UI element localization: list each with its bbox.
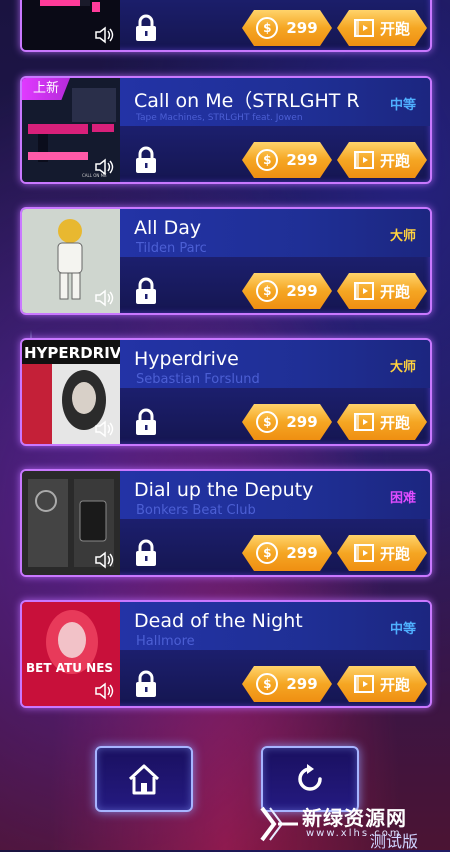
watermark: 新绿资源网 www.xlhs.com 测试版 — [258, 800, 448, 851]
album-cover — [22, 209, 120, 313]
start-run-button[interactable]: 开跑 — [337, 10, 427, 46]
coin-icon: $ — [256, 673, 278, 695]
video-icon — [354, 151, 374, 169]
album-cover: BET ATU NES — [22, 602, 120, 706]
lock-icon — [136, 14, 156, 41]
home-icon — [128, 764, 160, 795]
song-card[interactable]: All Day Tilden Parc 大师 $ 299 开跑 — [20, 207, 432, 315]
lock-icon — [136, 146, 156, 173]
buy-button[interactable]: $ 299 — [242, 142, 332, 178]
difficulty-label: 中等 — [389, 98, 416, 113]
song-title: All Day — [134, 217, 202, 239]
video-icon — [354, 282, 374, 300]
home-button[interactable] — [95, 746, 193, 812]
buy-button[interactable]: $ 299 — [242, 535, 332, 571]
price-label: 299 — [286, 151, 318, 169]
coin-icon: $ — [256, 280, 278, 302]
video-icon — [354, 544, 374, 562]
buy-button[interactable]: $ 299 — [242, 10, 332, 46]
start-run-button[interactable]: 开跑 — [337, 273, 427, 309]
album-cover — [22, 471, 120, 575]
difficulty-label: 困难 — [389, 491, 416, 506]
video-icon — [354, 19, 374, 37]
album-cover: HYPERDRIVE — [22, 340, 120, 444]
start-run-button[interactable]: 开跑 — [337, 535, 427, 571]
album-cover: CALL ON ME 上新 — [22, 78, 120, 182]
song-title: Call on Me（STRLGHT R — [134, 90, 360, 112]
speaker-icon[interactable] — [94, 26, 116, 44]
lock-icon — [136, 408, 156, 435]
price-label: 299 — [286, 675, 318, 693]
artist-name: Sebastian Forslund — [136, 372, 260, 387]
coin-icon: $ — [256, 149, 278, 171]
lock-icon — [136, 277, 156, 304]
video-icon — [354, 675, 374, 693]
song-title: Dead of the Night — [134, 610, 303, 632]
song-card[interactable]: $ 299 开跑 — [20, 0, 432, 52]
coin-icon: $ — [256, 542, 278, 564]
speaker-icon[interactable] — [94, 289, 116, 307]
song-card[interactable]: Dial up the Deputy Bonkers Beat Club 困难 … — [20, 469, 432, 577]
video-icon — [354, 413, 374, 431]
difficulty-label: 大师 — [389, 360, 416, 375]
price-label: 299 — [286, 19, 318, 37]
speaker-icon[interactable] — [94, 158, 116, 176]
artist-name: Tape Machines, STRLGHT feat. Jowen — [136, 113, 303, 123]
difficulty-label: 中等 — [389, 622, 416, 637]
lock-icon — [136, 539, 156, 566]
run-label: 开跑 — [379, 19, 410, 38]
start-run-button[interactable]: 开跑 — [337, 666, 427, 702]
album-cover — [22, 0, 120, 50]
cover-title: BET ATU NES — [26, 661, 113, 675]
test-version-label: 测试版 — [370, 832, 419, 851]
refresh-icon — [298, 764, 322, 791]
run-label: 开跑 — [379, 675, 410, 694]
start-run-button[interactable]: 开跑 — [337, 404, 427, 440]
price-label: 299 — [286, 413, 318, 431]
song-card[interactable]: CALL ON ME 上新 Call on Me（STRLGHT R Tape … — [20, 76, 432, 184]
speaker-icon[interactable] — [94, 551, 116, 569]
start-run-button[interactable]: 开跑 — [337, 142, 427, 178]
watermark-logo-icon — [260, 806, 298, 842]
run-label: 开跑 — [379, 413, 410, 432]
song-title: Hyperdrive — [134, 348, 239, 370]
song-card[interactable]: HYPERDRIVE Hyperdrive Sebastian Forslund… — [20, 338, 432, 446]
watermark-title: 新绿资源网 — [302, 806, 407, 830]
buy-button[interactable]: $ 299 — [242, 404, 332, 440]
price-label: 299 — [286, 544, 318, 562]
song-title: Dial up the Deputy — [134, 479, 314, 501]
artist-name: Tilden Parc — [136, 241, 207, 256]
buy-button[interactable]: $ 299 — [242, 666, 332, 702]
artist-name: Bonkers Beat Club — [136, 503, 256, 518]
speaker-icon[interactable] — [94, 682, 116, 700]
buy-button[interactable]: $ 299 — [242, 273, 332, 309]
song-card[interactable]: BET ATU NES Dead of the Night Hallmore 中… — [20, 600, 432, 708]
lock-icon — [136, 670, 156, 697]
difficulty-label: 大师 — [389, 229, 416, 244]
cover-title: HYPERDRIVE — [24, 344, 120, 362]
price-label: 299 — [286, 282, 318, 300]
speaker-icon[interactable] — [94, 420, 116, 438]
coin-icon: $ — [256, 411, 278, 433]
run-label: 开跑 — [379, 282, 410, 301]
coin-icon: $ — [256, 17, 278, 39]
artist-name: Hallmore — [136, 634, 195, 649]
run-label: 开跑 — [379, 544, 410, 563]
run-label: 开跑 — [379, 151, 410, 170]
